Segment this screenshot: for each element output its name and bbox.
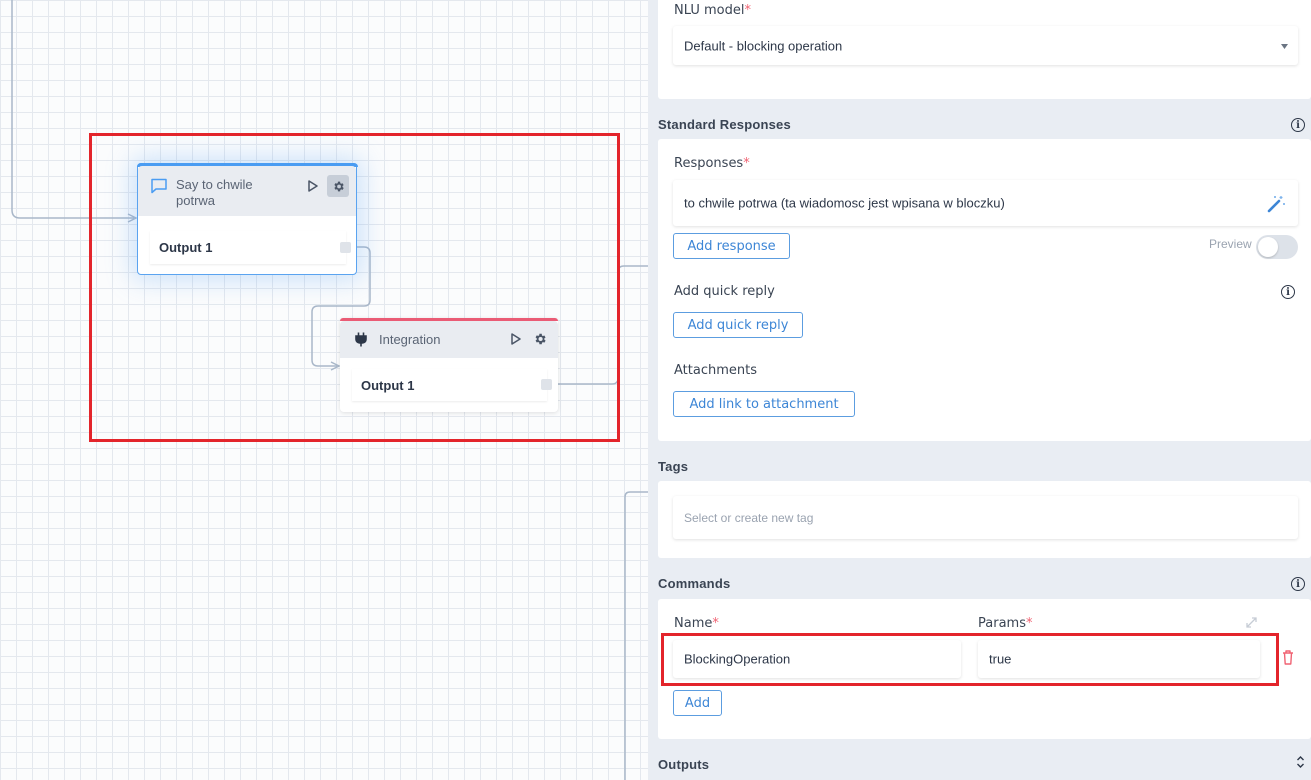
info-icon[interactable]: i: [1291, 118, 1305, 132]
command-name-label: Name*: [674, 616, 719, 631]
magic-wand-icon[interactable]: [1266, 194, 1286, 214]
trash-icon[interactable]: [1282, 650, 1294, 665]
node-settings-panel: NLU model* Default - blocking operation …: [648, 0, 1311, 780]
integration-node-title: Integration: [379, 332, 441, 347]
say-node-output[interactable]: Output 1: [150, 231, 351, 264]
nlu-model-value: Default - blocking operation: [684, 38, 843, 53]
tags-input[interactable]: Select or create new tag: [673, 496, 1298, 539]
integration-node[interactable]: Integration Output 1: [340, 318, 558, 412]
nlu-card: NLU model* Default - blocking operation: [658, 0, 1311, 99]
responses-label: Responses*: [674, 156, 750, 171]
tags-placeholder: Select or create new tag: [684, 510, 814, 525]
add-quick-reply-button[interactable]: Add quick reply: [673, 312, 803, 338]
say-node-title: Say to chwile potrwa: [176, 177, 253, 208]
commands-card: Name* Params* BlockingOperation true Add: [658, 599, 1311, 739]
command-params-value: true: [989, 651, 1012, 667]
play-icon[interactable]: [506, 329, 526, 349]
output-label: Output 1: [361, 378, 415, 393]
command-name-value: BlockingOperation: [684, 651, 791, 667]
chat-bubble-icon: [151, 178, 167, 194]
attachments-label: Attachments: [674, 363, 757, 378]
standard-responses-heading: Standard Responses: [658, 117, 791, 132]
plug-icon: [355, 332, 367, 347]
standard-responses-card: Responses* to chwile potrwa (ta wiadomos…: [658, 139, 1311, 441]
response-text-field[interactable]: to chwile potrwa (ta wiadomosc jest wpis…: [673, 180, 1298, 226]
sort-chevrons-icon[interactable]: [1296, 755, 1305, 769]
tags-heading: Tags: [658, 459, 689, 474]
response-text: to chwile potrwa (ta wiadomosc jest wpis…: [684, 195, 1005, 211]
nlu-model-select[interactable]: Default - blocking operation: [673, 26, 1298, 65]
output-port[interactable]: [340, 242, 351, 253]
integration-node-output[interactable]: Output 1: [352, 369, 552, 401]
gear-icon[interactable]: [327, 175, 349, 197]
quick-reply-label: Add quick reply: [674, 284, 775, 299]
nlu-model-label: NLU model*: [674, 3, 751, 18]
tags-card: Select or create new tag: [658, 481, 1311, 558]
preview-label: Preview: [1209, 237, 1252, 251]
flow-canvas[interactable]: Say to chwile potrwa Output 1 Integratio…: [0, 0, 648, 780]
output-port[interactable]: [541, 379, 552, 390]
chevron-down-icon: [1281, 44, 1288, 49]
gear-icon[interactable]: [530, 329, 550, 349]
add-command-button[interactable]: Add: [673, 690, 722, 716]
info-icon[interactable]: i: [1291, 577, 1305, 591]
info-icon[interactable]: i: [1281, 285, 1295, 299]
command-params-input[interactable]: true: [978, 640, 1260, 678]
command-params-label: Params*: [978, 616, 1033, 631]
say-node-header: Say to chwile potrwa: [138, 166, 356, 216]
commands-heading: Commands: [658, 576, 731, 591]
integration-node-header: Integration: [340, 321, 558, 358]
say-node[interactable]: Say to chwile potrwa Output 1: [136, 162, 358, 275]
play-icon[interactable]: [303, 176, 323, 196]
add-response-button[interactable]: Add response: [673, 233, 790, 259]
expand-icon[interactable]: [1245, 616, 1258, 629]
preview-toggle[interactable]: [1256, 235, 1298, 259]
command-name-input[interactable]: BlockingOperation: [673, 640, 961, 678]
output-label: Output 1: [159, 240, 213, 255]
add-attachment-link-button[interactable]: Add link to attachment: [673, 391, 855, 417]
outputs-heading: Outputs: [658, 757, 710, 772]
